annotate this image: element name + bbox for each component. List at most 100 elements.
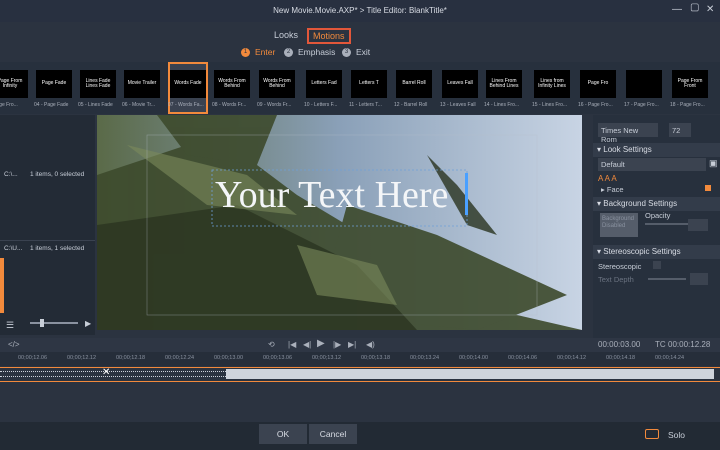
ruler-tick-label: 00;00;14.12 [557, 355, 587, 361]
timeline-area[interactable] [0, 382, 720, 422]
background-settings-header[interactable]: ▾ Background Settings [593, 197, 720, 211]
text-style-icons[interactable]: A A A [598, 174, 617, 183]
title-track[interactable]: ✕ [0, 366, 720, 382]
motion-preset-thumb[interactable]: Movie Trailer 06 - Movie Tr... [122, 64, 160, 112]
step-forward-icon[interactable]: |▶ [333, 340, 341, 349]
preset-label: 14 - Lines Fro... [484, 102, 520, 108]
preset-preview: Lines From Behind Lines [486, 70, 522, 98]
motion-preset-thumb[interactable]: Page Fade 04 - Page Fade [34, 64, 72, 112]
phase-label: Enter [255, 47, 276, 57]
ruler-tick-label: 00;00;13.12 [312, 355, 342, 361]
stereo-icon[interactable] [645, 429, 659, 439]
library-row[interactable]: C:\... 1 items, 0 selected [0, 167, 95, 183]
timeline-ruler[interactable]: 00;00;12.06 00;00;12.12 00;00;12.18 00;00;1… [0, 352, 720, 366]
save-icon[interactable]: ▣ [709, 158, 718, 169]
motion-preset-thumb[interactable]: Lines From Behind Lines 14 - Lines Fro... [484, 64, 522, 112]
go-start-icon[interactable]: |◀ [288, 340, 296, 349]
text-depth-value-box[interactable] [690, 273, 708, 285]
ruler-tick-label: 00;00;13.06 [263, 355, 293, 361]
opacity-value-box[interactable] [688, 219, 708, 231]
motion-preset-thumb[interactable]: Lines from Infinity Lines 15 - Lines Fro.… [532, 64, 570, 112]
zoom-slider-handle[interactable] [40, 319, 44, 327]
section-label: Background Settings [603, 199, 678, 208]
preview-canvas[interactable]: Your Text Here [97, 115, 582, 330]
list-view-icon[interactable]: ☰ [6, 320, 14, 331]
library-row[interactable]: C:\U... 1 items, 1 selected [0, 240, 95, 256]
preset-label: 12 - Barrel Roll [394, 102, 428, 108]
bottom-bar [0, 422, 720, 450]
play-icon[interactable]: ▶ [85, 319, 91, 328]
play-icon[interactable]: ▶ [317, 338, 325, 349]
timecode-label: TC [655, 340, 666, 349]
ruler-tick-label: 00;00;12.24 [165, 355, 195, 361]
face-label: Face [606, 185, 624, 194]
section-label: Look Settings [603, 145, 652, 154]
properties-panel: Times New Rom 72 ▾ Look Settings Default… [593, 115, 720, 340]
maximize-icon[interactable]: ▢ [690, 2, 699, 13]
volume-icon[interactable]: ◀) [366, 340, 375, 349]
step-back-icon[interactable]: ◀| [303, 340, 311, 349]
look-settings-header[interactable]: ▾ Look Settings [593, 143, 720, 157]
text-cursor [465, 173, 468, 215]
phase-exit[interactable]: 3 Exit [342, 47, 370, 57]
title-bar: New Movie.Movie.AXP* > Title Editor: Bla… [0, 0, 720, 22]
text-depth-slider[interactable] [648, 278, 686, 280]
library-path: C:\... [4, 171, 18, 178]
tab-looks[interactable]: Looks [270, 28, 302, 42]
face-color-swatch[interactable] [705, 185, 711, 191]
motion-preset-thumb[interactable]: 17 - Page Fro... [624, 64, 662, 112]
background-preview[interactable]: Background Disabled [600, 213, 638, 237]
mode-bar: Looks Motions 1 Enter 2 Emphasis 3 Exit [0, 22, 720, 62]
title-clip[interactable] [226, 369, 714, 379]
preset-label: 05 - Lines Fade [78, 102, 113, 108]
phase-number-icon: 2 [284, 47, 293, 57]
close-icon[interactable]: ✕ [706, 4, 714, 15]
face-row[interactable]: ▸ Face [601, 185, 624, 194]
preset-preview: Words From Behind [214, 70, 250, 98]
motion-preset-thumb[interactable]: Letters T 11 - Letters T... [349, 64, 387, 112]
motion-preset-thumb[interactable]: Page From Infinity - Page Fro... [0, 64, 28, 112]
ok-button[interactable]: OK [259, 424, 307, 444]
stereoscopic-label: Stereoscopic [598, 262, 642, 271]
motion-preset-thumb[interactable]: Letters Fad 10 - Letters F... [304, 64, 342, 112]
tab-motions[interactable]: Motions [307, 28, 351, 44]
preset-preview: Lines from Infinity Lines [534, 70, 570, 98]
library-panel: C:\... 1 items, 0 selected C:\U... 1 items… [0, 115, 95, 335]
playhead-marker-icon[interactable]: ✕ [102, 367, 110, 378]
timecode-current[interactable]: 00:00:03.00 [598, 340, 640, 349]
look-preset-select[interactable]: Default [598, 158, 706, 171]
title-text[interactable]: Your Text Here [215, 173, 448, 217]
phase-enter[interactable]: 1 Enter [241, 47, 275, 57]
preset-preview [626, 70, 662, 98]
motion-preset-thumb[interactable]: Barrel Roll 12 - Barrel Roll [394, 64, 432, 112]
motion-preset-thumb[interactable]: Page Fro 16 - Page Fro... [578, 64, 616, 112]
preset-preview: Words Fade [170, 70, 206, 98]
ruler-tick-label: 00;00;12.06 [18, 355, 48, 361]
preset-preview: Page Fro [580, 70, 616, 98]
motion-preset-thumb[interactable]: Words From Behind 09 - Words Fr... [257, 64, 295, 112]
loop-icon[interactable]: ⟲ [268, 340, 275, 349]
scrub-icon[interactable]: </> [8, 340, 20, 349]
preset-label: - Page Fro... [0, 102, 18, 108]
zoom-slider[interactable] [30, 322, 78, 324]
timecode-total[interactable]: 00:00:12.28 [668, 340, 710, 349]
motion-preset-thumb[interactable]: Leaves Fall 13 - Leaves Fall [440, 64, 478, 112]
preset-label: 06 - Movie Tr... [122, 102, 156, 108]
motion-preset-thumb[interactable]: Words From Behind 08 - Words Fr... [212, 64, 250, 112]
go-end-icon[interactable]: ▶| [348, 340, 356, 349]
stereoscopic-settings-header[interactable]: ▾ Stereoscopic Settings [593, 245, 720, 259]
phase-emphasis[interactable]: 2 Emphasis [284, 47, 335, 57]
motion-preset-thumb[interactable]: Lines Fade Lines Fade 05 - Lines Fade [78, 64, 116, 112]
minimize-icon[interactable]: — [672, 4, 682, 15]
preset-preview: Leaves Fall [442, 70, 478, 98]
preset-preview: Barrel Roll [396, 70, 432, 98]
motion-preset-thumb[interactable]: Words Fade 07 - Words Fa... [168, 62, 208, 114]
phase-number-icon: 1 [241, 47, 250, 57]
selection-marker [0, 258, 4, 313]
font-size-select[interactable]: 72 [669, 123, 691, 137]
font-select[interactable]: Times New Rom [598, 123, 658, 144]
cancel-button[interactable]: Cancel [309, 424, 357, 444]
motion-preset-thumb[interactable]: Page From Front 18 - Page Fro... [670, 64, 708, 112]
stereoscopic-checkbox[interactable] [653, 261, 661, 269]
solo-label[interactable]: Solo [668, 430, 685, 440]
